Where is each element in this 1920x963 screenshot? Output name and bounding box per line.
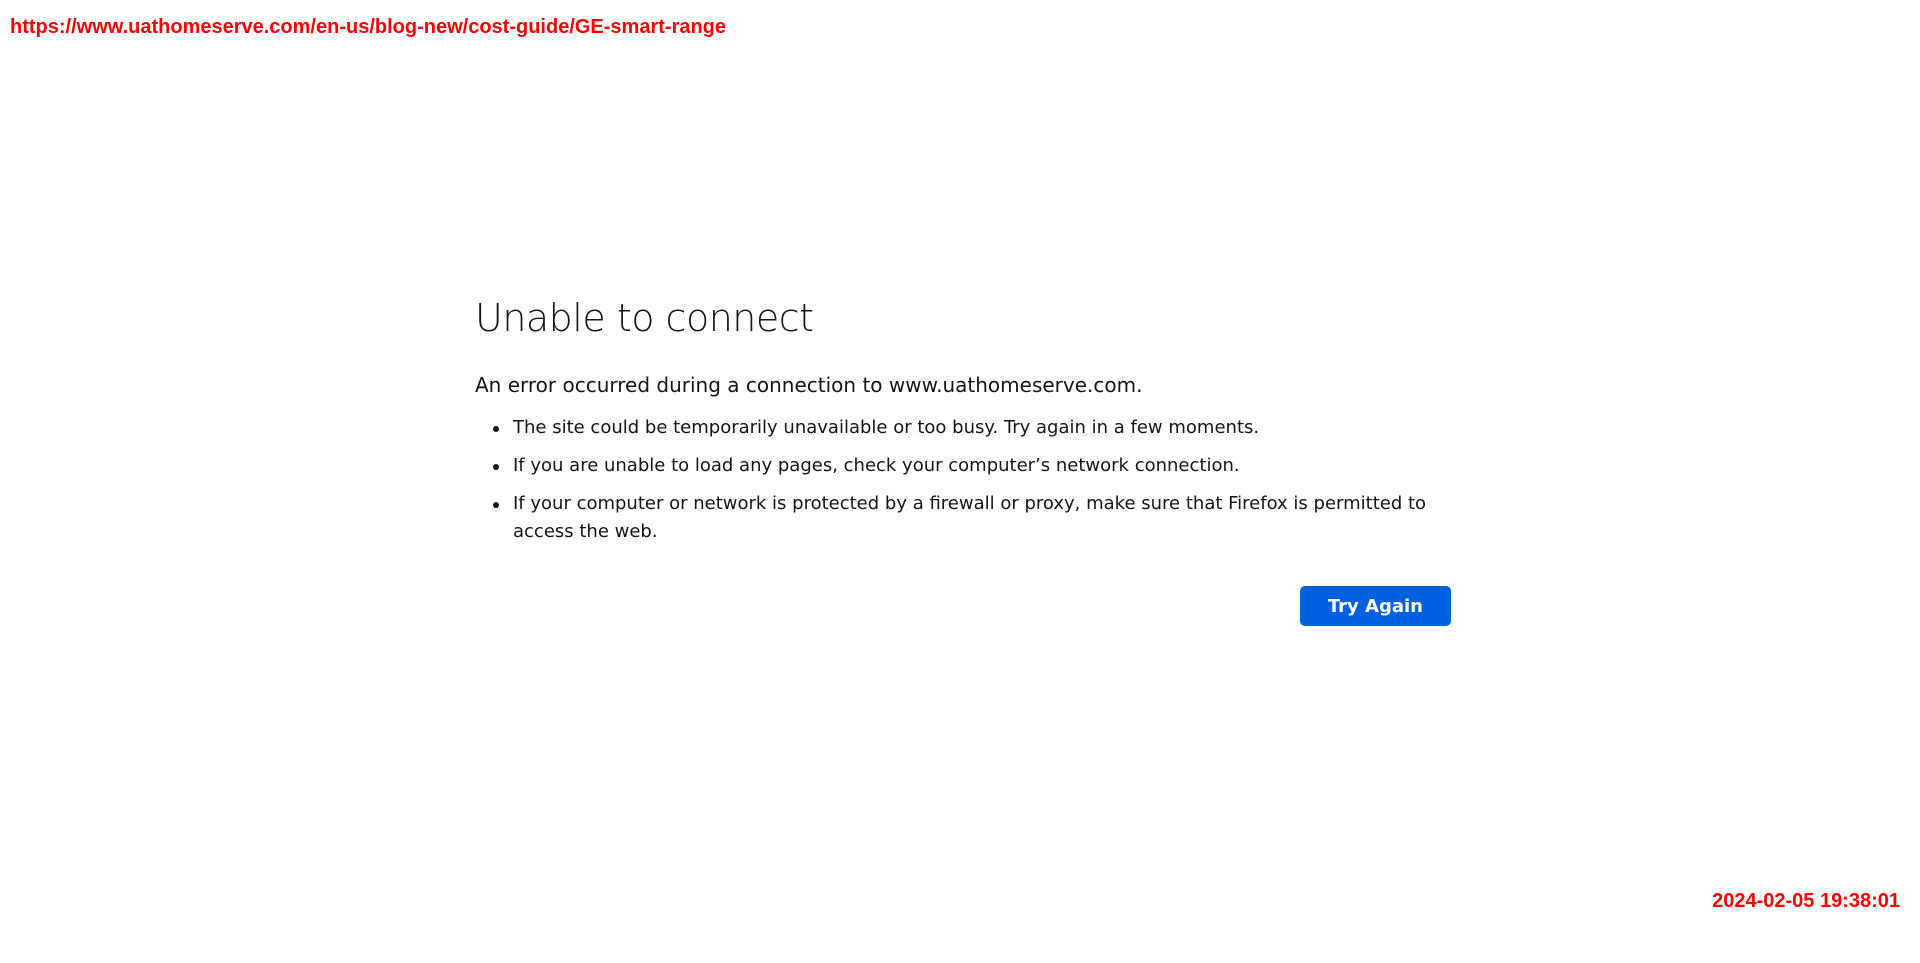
suggestion-list: The site could be temporarily unavailabl… (475, 414, 1451, 546)
page-title: Unable to connect (475, 296, 814, 340)
suggestion-text: If your computer or network is protected… (513, 493, 1427, 542)
error-page: Unable to connect An error occurred duri… (475, 288, 1451, 626)
try-again-button[interactable]: Try Again (1299, 586, 1451, 626)
timestamp-overlay: 2024-02-05 19:38:01 (1712, 890, 1900, 912)
bullet-icon (493, 464, 499, 470)
url-overlay: https://www.uathomeserve.com/en-us/blog-… (10, 16, 727, 38)
button-row: Try Again (475, 586, 1451, 626)
bullet-icon (493, 426, 499, 432)
bullet-icon (493, 502, 499, 508)
list-item: If your computer or network is protected… (493, 490, 1451, 546)
suggestion-text: The site could be temporarily unavailabl… (513, 417, 1260, 438)
list-item: If you are unable to load any pages, che… (493, 452, 1451, 480)
list-item: The site could be temporarily unavailabl… (493, 414, 1451, 442)
suggestion-text: If you are unable to load any pages, che… (513, 455, 1240, 476)
error-message: An error occurred during a connection to… (475, 373, 1143, 397)
